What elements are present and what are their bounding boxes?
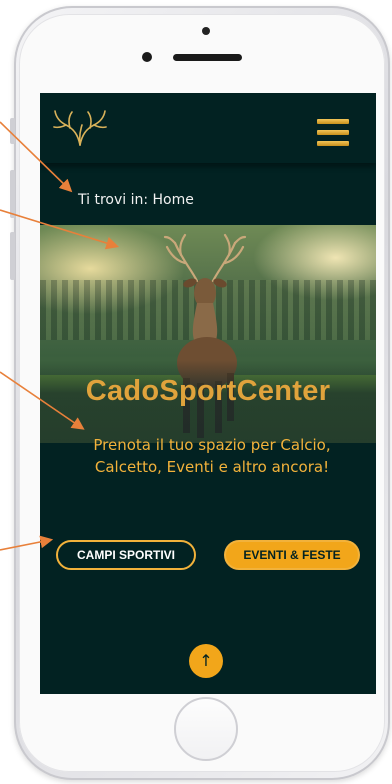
antler-logo-icon[interactable] xyxy=(52,107,108,149)
hamburger-menu-icon[interactable] xyxy=(317,119,349,147)
volume-up-button xyxy=(10,170,15,218)
navbar xyxy=(40,93,376,163)
proximity-sensor xyxy=(202,27,210,35)
hero-image xyxy=(40,225,376,443)
volume-down-button xyxy=(10,232,15,280)
phone-screen: Ti trovi in: Home CadoSportCenter Prenot… xyxy=(40,93,376,694)
mute-switch xyxy=(10,118,15,144)
eventi-feste-button[interactable]: EVENTI & FESTE xyxy=(224,540,360,570)
hero-tagline: Prenota il tuo spazio per Calcio, Calcet… xyxy=(93,436,331,476)
campi-sportivi-button[interactable]: CAMPI SPORTIVI xyxy=(56,540,196,570)
breadcrumb: Ti trovi in: Home xyxy=(78,192,194,208)
stage: Ti trovi in: Home CadoSportCenter Prenot… xyxy=(0,0,392,784)
earpiece-speaker xyxy=(173,54,242,61)
arrow-up-icon[interactable]: ↑ xyxy=(189,644,223,678)
breadcrumb-home-link[interactable]: Home xyxy=(153,192,194,208)
front-camera xyxy=(142,52,152,62)
hero-title: CadoSportCenter xyxy=(85,375,331,407)
breadcrumb-prefix: Ti trovi in: xyxy=(78,192,149,208)
home-button[interactable] xyxy=(174,697,238,761)
